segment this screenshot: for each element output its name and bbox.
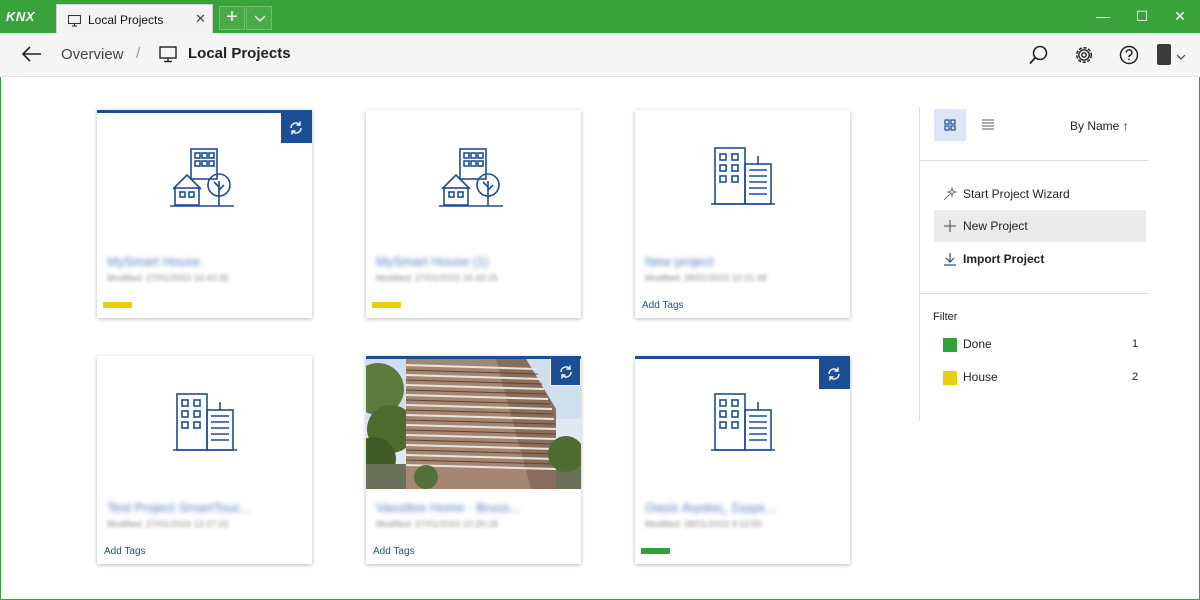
side-panel: By Name ↑ Start Project Wizard New Proje… xyxy=(919,107,1148,421)
close-window-button[interactable]: ✕ xyxy=(1160,0,1200,33)
page-title: Local Projects xyxy=(188,45,291,62)
project-modified: Modified: 28/01/2023 10:21:48 xyxy=(645,273,767,283)
import-arrow-icon xyxy=(943,252,957,269)
project-modified: Modified: 28/01/2023 9:12:50 xyxy=(645,519,762,529)
project-modified: Modified: 27/01/2023 16:43:25 xyxy=(376,273,498,283)
tab-close-icon[interactable]: ✕ xyxy=(195,11,206,27)
building-photo xyxy=(366,359,581,489)
project-card[interactable]: Test Project SmartTouc... Modified: 27/0… xyxy=(97,356,312,564)
list-icon xyxy=(982,119,994,130)
gear-icon[interactable] xyxy=(1073,44,1095,66)
project-card[interactable]: Vassilios Home - Bruss... Modified: 27/0… xyxy=(366,356,581,564)
project-modified: Modified: 27/01/2023 12:27:22 xyxy=(107,519,229,529)
start-project-wizard-button[interactable]: Start Project Wizard xyxy=(934,178,1146,210)
avatar[interactable] xyxy=(1157,44,1171,65)
filter-label: Done xyxy=(963,337,992,351)
tag-color-bar xyxy=(641,548,670,554)
breadcrumb-separator: / xyxy=(136,45,141,62)
sync-icon xyxy=(290,121,302,135)
house-tree-building-icon xyxy=(438,147,504,214)
new-tab-button[interactable]: + xyxy=(219,6,245,30)
sort-dropdown[interactable]: By Name ↑ xyxy=(1070,119,1129,133)
divider xyxy=(920,160,1148,161)
knx-logo: KNX xyxy=(6,9,35,24)
grid-view-button[interactable] xyxy=(934,109,966,141)
filter-heading: Filter xyxy=(933,311,958,323)
help-icon[interactable] xyxy=(1118,44,1140,66)
office-building-icon xyxy=(711,146,775,213)
tab-menu-button[interactable] xyxy=(246,6,272,30)
search-icon[interactable] xyxy=(1028,44,1050,66)
chevron-down-icon xyxy=(254,15,266,22)
project-title: Vassilios Home - Bruss... xyxy=(376,500,521,515)
project-modified: Modified: 27/01/2023 16:43:35 xyxy=(107,273,229,283)
tag-color-bar xyxy=(103,302,132,308)
monitor-icon xyxy=(159,46,177,68)
main-content: MySmart House Modified: 27/01/2023 16:43… xyxy=(0,77,1200,600)
add-tags-link[interactable]: Add Tags xyxy=(104,546,146,557)
filter-count: 1 xyxy=(1132,338,1139,350)
tab-local-projects[interactable]: Local Projects ✕ xyxy=(56,4,213,33)
project-card[interactable]: MySmart House (1) Modified: 27/01/2023 1… xyxy=(366,110,581,318)
house-tree-building-icon xyxy=(169,147,235,214)
chevron-down-icon[interactable] xyxy=(1176,48,1186,66)
sync-button[interactable] xyxy=(819,359,850,389)
action-label: Import Project xyxy=(963,252,1045,266)
tag-color-bar xyxy=(372,302,401,308)
tab-label: Local Projects xyxy=(88,13,164,27)
monitor-icon xyxy=(67,14,82,32)
add-tags-link[interactable]: Add Tags xyxy=(642,300,684,311)
color-swatch xyxy=(943,371,957,385)
list-view-button[interactable] xyxy=(972,109,1004,141)
sync-button[interactable] xyxy=(281,113,312,143)
project-title: Test Project SmartTouc... xyxy=(107,500,252,515)
color-swatch xyxy=(943,338,957,352)
plus-icon xyxy=(943,219,957,236)
project-card[interactable]: New project Modified: 28/01/2023 10:21:4… xyxy=(635,110,850,318)
title-bar: KNX Local Projects ✕ + — ☐ ✕ xyxy=(0,0,1200,33)
project-title: New project xyxy=(645,254,714,269)
grid-icon xyxy=(944,119,956,131)
action-label: New Project xyxy=(963,219,1028,233)
project-card[interactable]: Oasis Αιγαίας, Σερρε... Modified: 28/01/… xyxy=(635,356,850,564)
maximize-button[interactable]: ☐ xyxy=(1122,0,1162,33)
office-building-icon xyxy=(711,392,775,459)
filter-label: House xyxy=(963,370,998,384)
filter-count: 2 xyxy=(1132,371,1139,383)
project-card[interactable]: MySmart House Modified: 27/01/2023 16:43… xyxy=(97,110,312,318)
project-title: Oasis Αιγαίας, Σερρε... xyxy=(645,500,777,515)
add-tags-link[interactable]: Add Tags xyxy=(373,546,415,557)
sync-icon xyxy=(828,367,840,381)
project-modified: Modified: 27/01/2023 10:20:18 xyxy=(376,519,498,529)
back-arrow-icon[interactable] xyxy=(21,44,43,69)
wizard-wand-icon xyxy=(943,186,958,204)
filter-item-done[interactable]: Done 1 xyxy=(934,334,1146,356)
sync-button[interactable] xyxy=(550,359,581,386)
filter-item-house[interactable]: House 2 xyxy=(934,367,1146,389)
minimize-button[interactable]: — xyxy=(1083,0,1123,33)
action-label: Start Project Wizard xyxy=(963,187,1070,201)
import-project-button[interactable]: Import Project xyxy=(934,243,1146,275)
project-title: MySmart House (1) xyxy=(376,254,489,269)
breadcrumb-overview[interactable]: Overview xyxy=(61,46,124,63)
office-building-icon xyxy=(173,392,237,459)
divider xyxy=(920,293,1148,294)
header-bar: Overview / Local Projects xyxy=(0,33,1200,77)
sync-icon xyxy=(560,365,572,379)
new-project-button[interactable]: New Project xyxy=(934,210,1146,242)
project-title: MySmart House xyxy=(107,254,201,269)
